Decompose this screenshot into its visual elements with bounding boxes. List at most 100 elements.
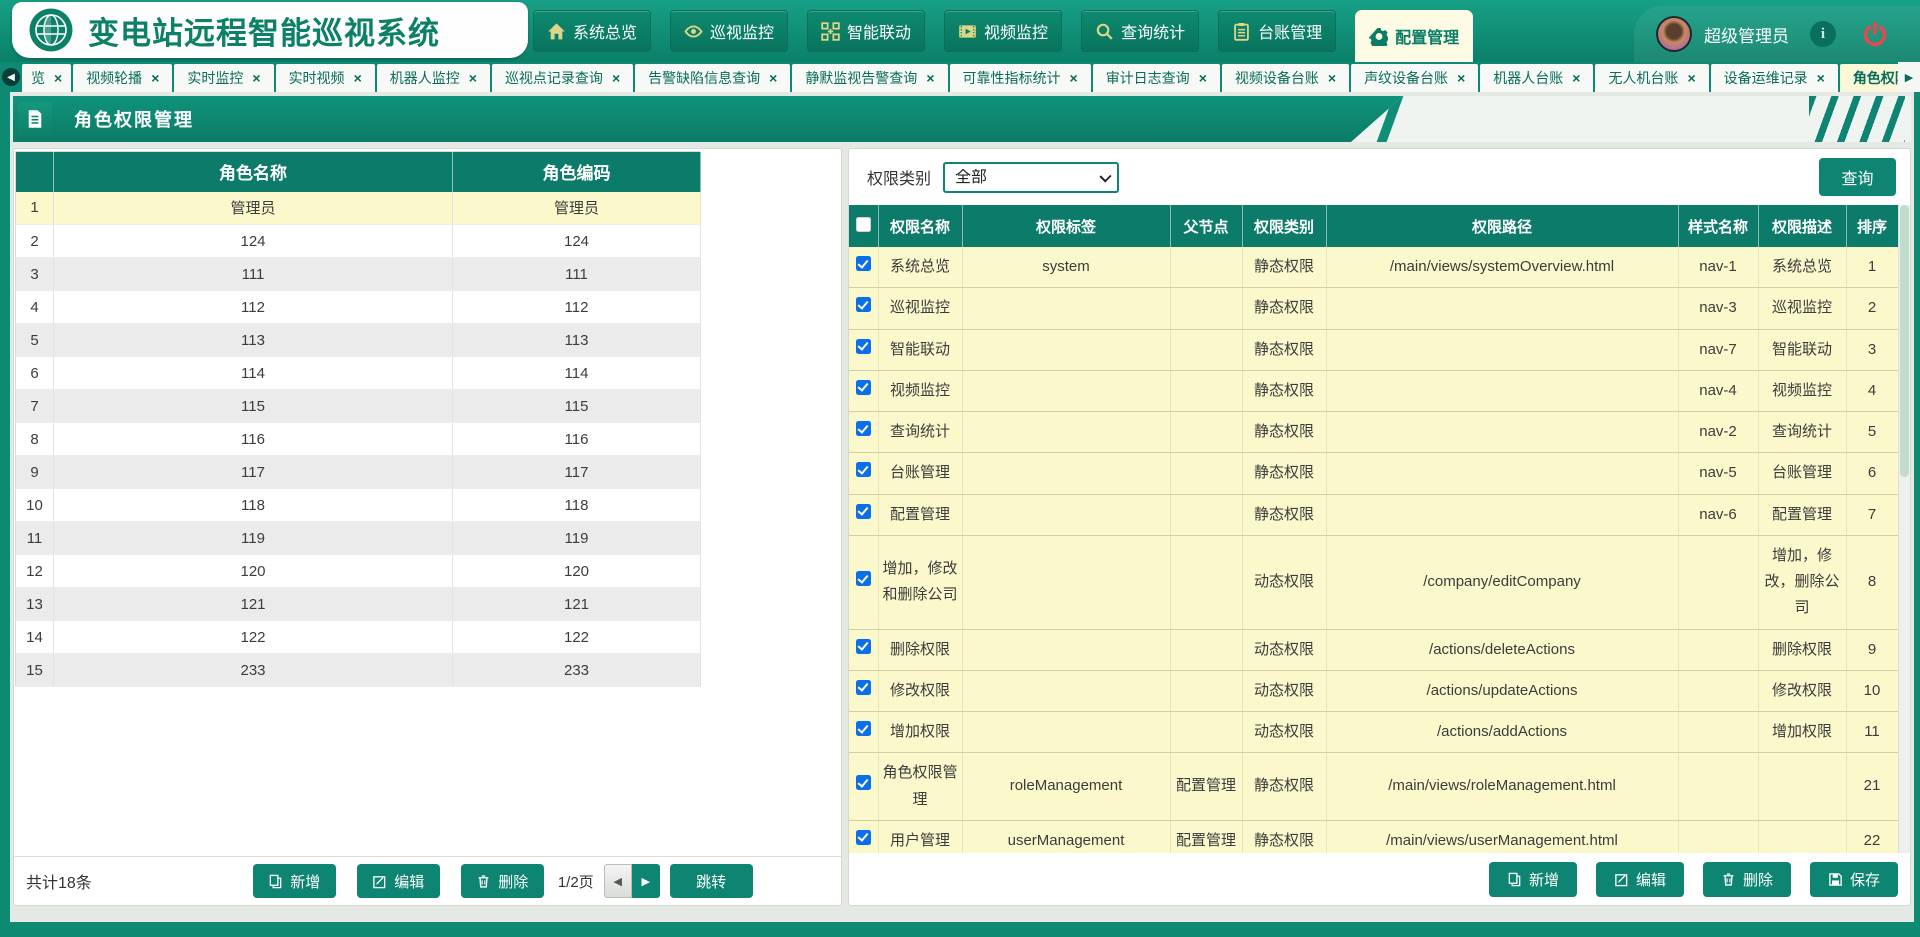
permission-row[interactable]: 视频监控静态权限nav-4视频监控4 [849, 370, 1898, 411]
info-icon[interactable]: i [1810, 21, 1836, 47]
permission-row[interactable]: 台账管理静态权限nav-5台账管理6 [849, 453, 1898, 494]
role-delete-button[interactable]: 删除 [461, 864, 544, 898]
close-icon[interactable]: × [769, 70, 777, 86]
tab-机器人台账[interactable]: 机器人台账× [1480, 64, 1593, 92]
nav-system-overview[interactable]: 系统总览 [533, 10, 651, 52]
row-checkbox[interactable] [856, 775, 871, 790]
row-checkbox[interactable] [856, 339, 871, 354]
role-code-cell: 117 [453, 456, 701, 489]
role-row-12[interactable]: 12120120 [16, 555, 701, 588]
close-icon[interactable]: × [354, 70, 362, 86]
row-checkbox[interactable] [856, 256, 871, 271]
tab-可靠性指标统计[interactable]: 可靠性指标统计× [950, 64, 1091, 92]
close-icon[interactable]: × [1328, 70, 1336, 86]
role-edit-button[interactable]: 编辑 [357, 864, 440, 898]
scrollbar-thumb[interactable] [1900, 205, 1909, 477]
search-button[interactable]: 查询 [1819, 158, 1896, 196]
role-row-1[interactable]: 1管理员管理员 [16, 192, 701, 225]
close-icon[interactable]: × [1687, 70, 1695, 86]
permission-row[interactable]: 增加，修改和删除公司动态权限/company/editCompany增加，修改，… [849, 535, 1898, 629]
role-row-5[interactable]: 5113113 [16, 324, 701, 357]
perm-add-button[interactable]: 新增 [1489, 862, 1577, 897]
page-next-icon[interactable]: ▶ [632, 864, 660, 898]
role-row-6[interactable]: 6114114 [16, 357, 701, 390]
role-row-11[interactable]: 11119119 [16, 522, 701, 555]
permission-row[interactable]: 修改权限动态权限/actions/updateActions修改权限10 [849, 670, 1898, 711]
nav-video-monitor[interactable]: 视频监控 [944, 10, 1062, 52]
role-row-10[interactable]: 10118118 [16, 489, 701, 522]
close-icon[interactable]: × [252, 70, 260, 86]
permission-row[interactable]: 配置管理静态权限nav-6配置管理7 [849, 494, 1898, 535]
tab-声纹设备台账[interactable]: 声纹设备台账× [1351, 64, 1478, 92]
close-icon[interactable]: × [1070, 70, 1078, 86]
tab-实时监控[interactable]: 实时监控× [174, 64, 273, 92]
nav-config-mgmt[interactable]: 配置管理 [1355, 10, 1473, 62]
permission-row[interactable]: 删除权限动态权限/actions/deleteActions删除权限9 [849, 629, 1898, 670]
nav-ledger-mgmt[interactable]: 台账管理 [1218, 10, 1336, 52]
perm-edit-button[interactable]: 编辑 [1596, 862, 1684, 897]
tab-巡视点记录查询[interactable]: 巡视点记录查询× [492, 64, 633, 92]
close-icon[interactable]: × [1817, 70, 1825, 86]
tab-scroll-right-icon[interactable]: ▶ [1898, 62, 1920, 92]
close-icon[interactable]: × [1457, 70, 1465, 86]
tab-视频轮播[interactable]: 视频轮播× [73, 64, 172, 92]
permission-row[interactable]: 角色权限管理roleManagement配置管理静态权限/main/views/… [849, 753, 1898, 821]
perm-save-button[interactable]: 保存 [1810, 862, 1898, 897]
close-icon[interactable]: × [612, 70, 620, 86]
page-jump-button[interactable]: 跳转 [670, 864, 753, 898]
permission-row[interactable]: 用户管理userManagement配置管理静态权限/main/views/us… [849, 820, 1898, 853]
permission-row[interactable]: 增加权限动态权限/actions/addActions增加权限11 [849, 712, 1898, 753]
permission-type-select[interactable]: 全部 [943, 162, 1119, 193]
nav-patrol-monitor[interactable]: 巡视监控 [670, 10, 788, 52]
role-row-3[interactable]: 3111111 [16, 258, 701, 291]
tab-告警缺陷信息查询[interactable]: 告警缺陷信息查询× [635, 64, 790, 92]
tab-无人机台账[interactable]: 无人机台账× [1595, 64, 1708, 92]
close-icon[interactable]: × [926, 70, 934, 86]
page-prev-icon[interactable]: ◀ [604, 864, 632, 898]
tab-partial[interactable]: 览× [22, 64, 71, 92]
row-checkbox[interactable] [856, 297, 871, 312]
tab-审计日志查询[interactable]: 审计日志查询× [1093, 64, 1220, 92]
tab-机器人监控[interactable]: 机器人监控× [377, 64, 490, 92]
close-icon[interactable]: × [54, 70, 62, 86]
user-avatar[interactable] [1656, 16, 1692, 52]
perm-delete-button[interactable]: 删除 [1703, 862, 1791, 897]
role-row-4[interactable]: 4112112 [16, 291, 701, 324]
role-row-8[interactable]: 8116116 [16, 423, 701, 456]
role-row-2[interactable]: 2124124 [16, 225, 701, 258]
tab-实时视频[interactable]: 实时视频× [276, 64, 375, 92]
permission-row[interactable]: 系统总览system静态权限/main/views/systemOverview… [849, 247, 1898, 288]
row-checkbox[interactable] [856, 504, 871, 519]
vertical-scrollbar[interactable] [1898, 205, 1910, 853]
nav-smart-linkage[interactable]: 智能联动 [807, 10, 925, 52]
row-checkbox[interactable] [856, 639, 871, 654]
tab-视频设备台账[interactable]: 视频设备台账× [1222, 64, 1349, 92]
row-checkbox[interactable] [856, 462, 871, 477]
role-add-button[interactable]: 新增 [253, 864, 336, 898]
close-icon[interactable]: × [469, 70, 477, 86]
row-checkbox[interactable] [856, 571, 871, 586]
role-row-13[interactable]: 13121121 [16, 588, 701, 621]
role-row-7[interactable]: 7115115 [16, 390, 701, 423]
logout-power-icon[interactable] [1862, 21, 1888, 47]
tab-角色权限管理[interactable]: 角色权限管理× [1840, 64, 1898, 92]
row-checkbox[interactable] [856, 680, 871, 695]
role-row-9[interactable]: 9117117 [16, 456, 701, 489]
tab-scroll-left-icon[interactable]: ◀ [0, 62, 22, 92]
nav-query-stats[interactable]: 查询统计 [1081, 10, 1199, 52]
row-checkbox[interactable] [856, 380, 871, 395]
close-icon[interactable]: × [1572, 70, 1580, 86]
role-row-15[interactable]: 15233233 [16, 654, 701, 687]
close-icon[interactable]: × [1199, 70, 1207, 86]
select-all-checkbox[interactable] [856, 217, 871, 232]
permission-row[interactable]: 巡视监控静态权限nav-3巡视监控2 [849, 288, 1898, 329]
role-row-14[interactable]: 14122122 [16, 621, 701, 654]
close-icon[interactable]: × [151, 70, 159, 86]
permission-row[interactable]: 查询统计静态权限nav-2查询统计5 [849, 412, 1898, 453]
row-checkbox[interactable] [856, 830, 871, 845]
tab-设备运维记录[interactable]: 设备运维记录× [1711, 64, 1838, 92]
row-checkbox[interactable] [856, 721, 871, 736]
row-checkbox[interactable] [856, 421, 871, 436]
tab-静默监视告警查询[interactable]: 静默监视告警查询× [792, 64, 947, 92]
permission-row[interactable]: 智能联动静态权限nav-7智能联动3 [849, 329, 1898, 370]
